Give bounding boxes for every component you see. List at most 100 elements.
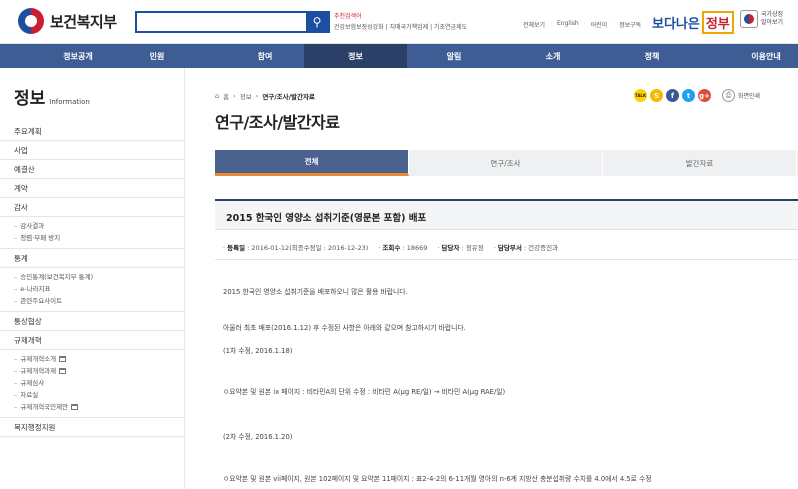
- sidebar-subitem[interactable]: – 규제개혁국민제안: [0, 401, 185, 413]
- meta-views-label: 조회수: [382, 244, 401, 252]
- sidebar-item[interactable]: 사업: [0, 141, 185, 160]
- googleplus-icon[interactable]: g+: [698, 89, 711, 102]
- dash-bullet: –: [14, 403, 18, 411]
- breadcrumb-current: 연구/조사/발간자료: [262, 93, 315, 101]
- home-icon[interactable]: ⌂: [215, 92, 219, 100]
- sidebar-subitem[interactable]: – 규제개혁과제: [0, 365, 185, 377]
- twitter-icon[interactable]: t: [682, 89, 695, 102]
- util-link-subscribe[interactable]: 정보구독: [619, 20, 641, 29]
- sidebar-subgroup: – 규제개혁소개 – 규제개혁과제 – 규제심사 – 자료실 – 규제개혁국민제안: [0, 350, 185, 418]
- dash-bullet: –: [14, 273, 18, 281]
- meta-reg-value: 2016-01-12(최종수정일 : 2016-12-23): [251, 244, 369, 252]
- ministry-logo[interactable]: 보건복지부: [18, 8, 117, 34]
- sidebar-item[interactable]: 예결산: [0, 160, 185, 179]
- sidebar-subitem-label: 규제개혁과제: [20, 367, 57, 375]
- national-symbol-text: 국가상징 알아보기: [761, 11, 784, 26]
- sidebar-item[interactable]: 감사: [0, 198, 185, 217]
- sidebar-subitem[interactable]: – 규제개혁소개: [0, 353, 185, 365]
- sidebar-item[interactable]: 규제개혁: [0, 331, 185, 350]
- nav-item[interactable]: 정책: [602, 44, 702, 68]
- sidebar-title-en: Information: [49, 98, 90, 106]
- better-government-logo-text-a: 보다나은: [652, 16, 700, 32]
- sidebar-subitem[interactable]: – 승인통계(보건복지부 통계): [0, 271, 185, 283]
- sidebar-subitem[interactable]: – 자료실: [0, 389, 185, 401]
- sidebar-subgroup: – 감사결과 – 청렴·부패 방지: [0, 217, 185, 249]
- print-button[interactable]: ⎙ 화면인쇄: [722, 89, 760, 102]
- util-separator: ·: [583, 20, 586, 27]
- article-meta: · 등록일 : 2016-01-12(최종수정일 : 2016-12-23) ·…: [223, 242, 558, 252]
- util-link-kids[interactable]: 어린이: [591, 20, 608, 29]
- breadcrumb-level1[interactable]: 정보: [240, 91, 252, 101]
- util-link-english[interactable]: English: [557, 20, 579, 29]
- taegeuk-logo-icon: [18, 8, 44, 34]
- sidebar-item[interactable]: 주요계획: [0, 122, 185, 141]
- nav-item[interactable]: 소개: [503, 44, 603, 68]
- nav-item[interactable]: 민원: [107, 44, 207, 68]
- article-paragraph: (2차 수정, 2016.1.20): [223, 433, 293, 441]
- search-button[interactable]: ⚲: [306, 13, 328, 31]
- breadcrumb-home[interactable]: 홈: [223, 91, 229, 101]
- breadcrumb-separator: ›: [255, 92, 259, 100]
- nav-item[interactable]: 알림: [404, 44, 504, 68]
- nav-item[interactable]: 참여: [215, 44, 315, 68]
- meta-person-value: 정유정: [465, 244, 484, 252]
- sidebar-item[interactable]: 복지행정지원: [0, 418, 185, 437]
- utility-links: 전체보기 · English · 어린이 · 정보구독: [523, 20, 641, 29]
- sidebar: 정보 Information 주요계획 사업 예결산 계약 감사 – 감사결과 – 청렴·부패 …: [0, 68, 185, 489]
- tab-research[interactable]: 연구/조사: [409, 150, 603, 176]
- article-paragraph: ㅇ요약본 및 원본 vii페이지, 원본 102페이지 및 요약본 11페이지 …: [223, 475, 652, 483]
- util-separator: ·: [612, 20, 615, 27]
- sidebar-item[interactable]: 계약: [0, 179, 185, 198]
- breadcrumb-separator: ›: [233, 92, 236, 100]
- sidebar-subitem-label: 감사결과: [20, 222, 45, 230]
- tab-publications[interactable]: 발간자료: [603, 150, 797, 176]
- article-paragraph: ㅇ요약본 및 원본 ix 페이지 : 비타민A의 단위 수정 : 비타민 A(μ…: [223, 388, 506, 396]
- new-window-icon: [71, 404, 79, 410]
- search-input[interactable]: [137, 13, 306, 31]
- new-window-icon: [59, 368, 67, 374]
- article-paragraph: (1차 수정, 2016.1.18): [223, 347, 293, 355]
- facebook-icon[interactable]: f: [666, 89, 679, 102]
- sidebar-subitem-label: 청렴·부패 방지: [20, 234, 61, 242]
- sidebar-subitem[interactable]: – 청렴·부패 방지: [0, 232, 185, 244]
- sidebar-item[interactable]: 통상협상: [0, 312, 185, 331]
- sidebar-subitem-label: 관련주요사이트: [20, 297, 63, 305]
- article-paragraph: 아울러 최초 배포(2016.1.12) 후 수정된 사항은 아래와 같으며 참…: [223, 324, 466, 332]
- sidebar-subitem-label: 자료실: [20, 391, 39, 399]
- sidebar-subgroup: – 승인통계(보건복지부 통계) – e-나라지표 – 관련주요사이트: [0, 268, 185, 312]
- util-separator: ·: [550, 20, 553, 27]
- sidebar-subitem[interactable]: – 감사결과: [0, 220, 185, 232]
- better-government-logo-text-b: 정부: [701, 10, 734, 34]
- meta-person: · 담당자 : 정유정: [437, 244, 484, 252]
- dash-bullet: –: [14, 355, 18, 363]
- print-icon: ⎙: [722, 89, 735, 102]
- new-window-icon: [59, 356, 67, 362]
- sidebar-subitem[interactable]: – e-나라지표: [0, 283, 185, 295]
- print-label: 화면인쇄: [738, 93, 761, 100]
- share-bar: TALK Sf t g+ ⎙ 화면인쇄: [634, 89, 760, 102]
- dash-bullet: –: [14, 297, 18, 305]
- kakaotalk-icon[interactable]: TALK: [634, 89, 647, 102]
- ministry-logo-text: 보건복지부: [50, 12, 117, 31]
- util-link-all[interactable]: 전체보기: [523, 20, 545, 29]
- better-government-logo[interactable]: 보다나은 정부: [652, 10, 734, 34]
- recommended-keywords-title: 추천검색어: [334, 13, 362, 20]
- tab-all[interactable]: 전체: [215, 150, 409, 176]
- dash-bullet: –: [14, 379, 18, 387]
- sidebar-item[interactable]: 통계: [0, 249, 185, 268]
- sidebar-subitem-label: 규제개혁소개: [20, 355, 57, 363]
- sidebar-subitem[interactable]: – 관련주요사이트: [0, 295, 185, 307]
- site-header: 보건복지부 ⚲ 추천검색어 건강보험보장성강화 | 치매국가책임제 | 기초연금…: [0, 0, 798, 44]
- meta-divider: [215, 259, 798, 260]
- recommended-keywords: 추천검색어 건강보험보장성강화 | 치매국가책임제 | 기초연금제도: [334, 11, 467, 33]
- national-symbol-link[interactable]: 국가상징 알아보기: [740, 10, 785, 28]
- meta-views: · 조회수 : 18669: [378, 244, 428, 252]
- meta-views-value: 18669: [406, 244, 428, 252]
- sidebar-subitem[interactable]: – 규제심사: [0, 377, 185, 389]
- meta-dept: · 담당부서 : 건강증진과: [493, 244, 559, 252]
- kakaostory-icon[interactable]: S: [650, 89, 663, 102]
- nav-item[interactable]: 정보: [304, 44, 407, 68]
- nav-item[interactable]: 이용안내: [716, 44, 798, 68]
- recommended-keywords-list[interactable]: 건강보험보장성강화 | 치매국가책임제 | 기초연금제도: [334, 22, 467, 33]
- sidebar-subitem-label: 규제개혁국민제안: [20, 403, 69, 411]
